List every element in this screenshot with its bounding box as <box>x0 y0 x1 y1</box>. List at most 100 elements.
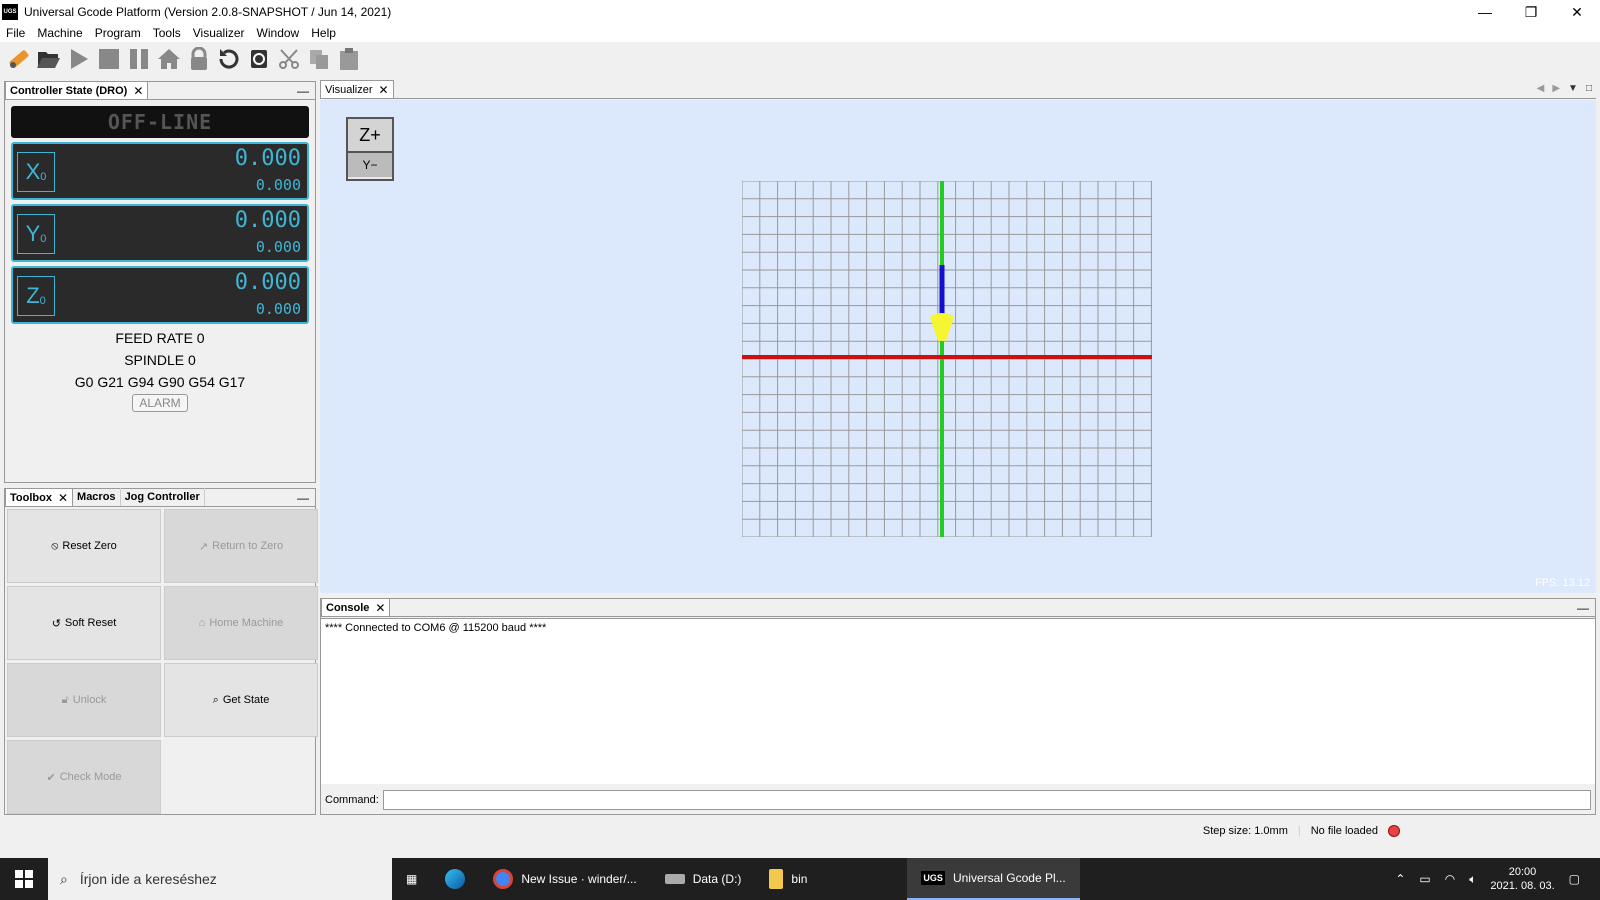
x-work-position: 0.000 <box>234 146 301 171</box>
home-icon: ⌂ <box>198 617 206 629</box>
console-line: **** Connected to COM6 @ 115200 baud ***… <box>325 622 547 634</box>
task-view-button[interactable]: ▦ <box>392 858 431 900</box>
tab-macros[interactable]: Macros <box>73 488 121 506</box>
play-icon[interactable] <box>64 44 94 74</box>
x-machine-position: 0.000 <box>255 176 301 194</box>
menu-tools[interactable]: Tools <box>147 26 187 40</box>
scroll-right-icon[interactable]: ▶ <box>1552 83 1560 94</box>
paste-icon[interactable] <box>334 44 364 74</box>
close-icon[interactable]: ✕ <box>379 83 389 97</box>
reset-zero-icon: ⦸ <box>51 539 59 552</box>
status-bar: Step size: 1.0mm | No file loaded <box>0 820 1600 842</box>
dro-panel: Controller State (DRO) ✕ — OFF-LINE X0 0… <box>4 81 316 483</box>
windows-taskbar: ⌕ Írjon ide a kereséshez ▦ New Issue · w… <box>0 858 1600 900</box>
chevron-up-icon[interactable]: ⌃ <box>1395 872 1405 886</box>
main-toolbar <box>0 42 1600 76</box>
menu-machine[interactable]: Machine <box>31 26 88 40</box>
feed-rate: FEED RATE 0 <box>115 330 205 346</box>
reset-zero-button[interactable]: ⦸ Reset Zero <box>7 509 161 583</box>
taskbar-item-ugs[interactable]: UGS Universal Gcode Pl... <box>907 858 1080 900</box>
machine-state-display: OFF-LINE <box>11 106 309 138</box>
wifi-icon[interactable]: ◠ <box>1445 872 1455 886</box>
y-zero-button[interactable]: Y0 <box>17 214 55 254</box>
close-icon[interactable]: ✕ <box>58 491 68 505</box>
battery-icon[interactable]: ▭ <box>1419 872 1430 886</box>
x-zero-button[interactable]: X0 <box>17 152 55 192</box>
edge-button[interactable] <box>431 858 479 900</box>
close-icon[interactable]: ✕ <box>375 601 385 615</box>
magnifier-icon: ⌕ <box>212 693 219 706</box>
app-logo-icon: UGS <box>2 4 18 20</box>
soft-reset-icon[interactable] <box>244 44 274 74</box>
tab-jog-controller[interactable]: Jog Controller <box>121 488 205 506</box>
z-zero-button[interactable]: Z0 <box>17 276 55 316</box>
tab-controller-state[interactable]: Controller State (DRO) ✕ <box>5 81 149 99</box>
taskbar-search[interactable]: ⌕ Írjon ide a kereséshez <box>48 858 392 900</box>
command-row: Command: <box>325 790 1591 810</box>
window-title: Universal Gcode Platform (Version 2.0.8-… <box>24 5 392 19</box>
home-machine-button[interactable]: ⌂ Home Machine <box>164 586 318 660</box>
pause-icon[interactable] <box>124 44 154 74</box>
scroll-left-icon[interactable]: ◀ <box>1537 83 1545 94</box>
navcube-y-minus[interactable]: Y− <box>348 153 392 177</box>
tab-visualizer[interactable]: Visualizer ✕ <box>320 80 394 98</box>
taskbar-item-chrome[interactable]: New Issue · winder/... <box>479 858 650 900</box>
soft-reset-button[interactable]: ↺ Soft Reset <box>7 586 161 660</box>
unlock-button[interactable]: 🔓︎ Unlock <box>7 663 161 737</box>
maximize-icon[interactable]: □ <box>1586 83 1592 94</box>
get-state-button[interactable]: ⌕ Get State <box>164 663 318 737</box>
navcube-z-plus[interactable]: Z+ <box>348 119 392 153</box>
task-view-icon: ▦ <box>406 872 418 886</box>
taskbar-item-drive[interactable]: Data (D:) <box>651 858 756 900</box>
connect-icon[interactable] <box>4 44 34 74</box>
start-button[interactable] <box>0 858 48 900</box>
restore-window-button[interactable]: ❐ <box>1508 0 1554 24</box>
folder-icon <box>769 869 784 889</box>
home-icon[interactable] <box>154 44 184 74</box>
close-icon[interactable]: ✕ <box>133 84 143 98</box>
menu-file[interactable]: File <box>0 26 31 40</box>
menu-window[interactable]: Window <box>251 26 306 40</box>
cut-icon[interactable] <box>274 44 304 74</box>
return-zero-icon: ↗ <box>198 540 209 553</box>
chrome-icon <box>493 869 514 889</box>
dropdown-icon[interactable]: ▼ <box>1568 83 1578 94</box>
x-axis-readout: X0 0.000 0.000 <box>11 142 309 200</box>
taskbar-item-folder[interactable]: bin <box>755 858 907 900</box>
console-output[interactable]: **** Connected to COM6 @ 115200 baud ***… <box>321 618 1595 784</box>
return-to-zero-button[interactable]: ↗ Return to Zero <box>164 509 318 583</box>
menu-help[interactable]: Help <box>305 26 342 40</box>
clock[interactable]: 20:00 2021. 08. 03. <box>1490 865 1554 893</box>
menu-bar: File Machine Program Tools Visualizer Wi… <box>0 24 1600 42</box>
search-icon: ⌕ <box>60 870 68 887</box>
copy-icon[interactable] <box>304 44 334 74</box>
tab-toolbox[interactable]: Toolbox ✕ <box>5 488 74 506</box>
navigation-cube[interactable]: Z+ Y− <box>346 117 394 181</box>
close-window-button[interactable]: ✕ <box>1554 0 1600 24</box>
check-mode-button[interactable]: ✔ Check Mode <box>7 740 161 814</box>
command-label: Command: <box>325 794 379 806</box>
minimize-window-button[interactable]: — <box>1462 0 1508 24</box>
tab-console[interactable]: Console ✕ <box>321 598 391 616</box>
gcode-state: G0 G21 G94 G90 G54 G17 <box>74 374 246 390</box>
menu-program[interactable]: Program <box>89 26 147 40</box>
notifications-icon[interactable]: ▢ <box>1569 872 1580 886</box>
menu-visualizer[interactable]: Visualizer <box>187 26 251 40</box>
console-panel: Console ✕ — **** Connected to COM6 @ 115… <box>320 598 1596 815</box>
minimize-panel-button[interactable]: — <box>297 84 309 98</box>
search-placeholder: Írjon ide a kereséshez <box>79 871 217 887</box>
command-input[interactable] <box>382 790 1591 810</box>
lock-icon[interactable] <box>184 44 214 74</box>
visualizer-canvas[interactable]: Z+ Y− FPS: 13.12 <box>320 100 1596 593</box>
connection-status-icon <box>1388 825 1400 837</box>
minimize-panel-button[interactable]: — <box>297 491 309 505</box>
file-status: No file loaded <box>1310 825 1378 837</box>
open-icon[interactable] <box>34 44 64 74</box>
volume-icon[interactable]: 🔈︎ <box>1469 872 1476 887</box>
drive-icon <box>664 874 685 884</box>
z-axis-readout: Z0 0.000 0.000 <box>11 266 309 324</box>
spindle-speed: SPINDLE 0 <box>124 352 196 368</box>
stop-icon[interactable] <box>94 44 124 74</box>
reset-icon[interactable] <box>214 44 244 74</box>
minimize-panel-button[interactable]: — <box>1577 601 1589 615</box>
